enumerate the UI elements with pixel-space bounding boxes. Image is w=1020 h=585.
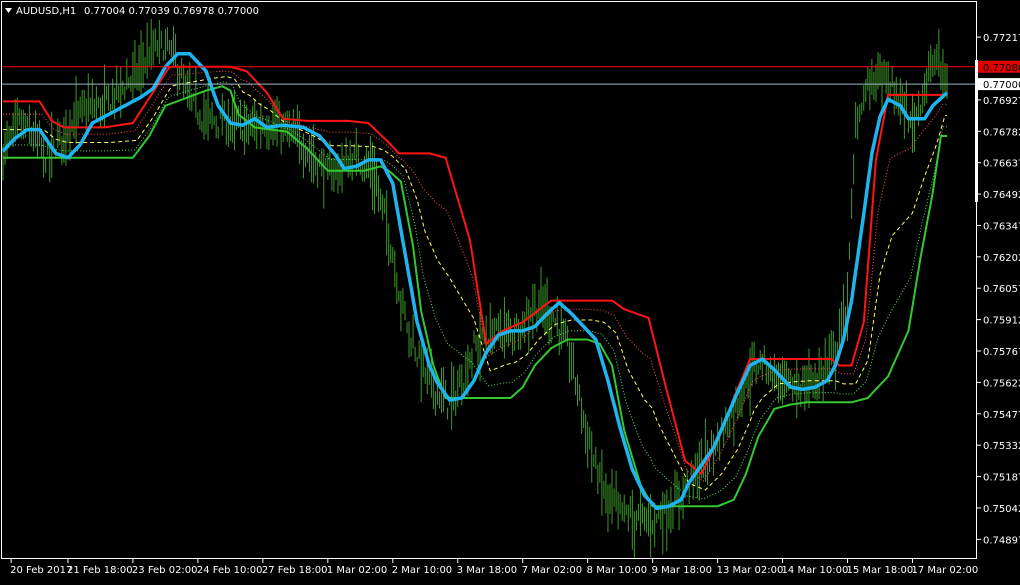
y-tick-label: 0.75187	[983, 473, 1020, 484]
x-tick-label: 15 Mar 18:00	[847, 565, 914, 576]
x-tick-label: 2 Mar 10:00	[392, 565, 452, 576]
hline-label: 0.77000	[983, 80, 1020, 91]
chart-svg: 0.77080 0.77000 0.77217 0.76927 0.76782 0.76…	[0, 0, 1020, 581]
y-tick-label: 0.74897	[983, 535, 1020, 546]
y-tick-label: 0.76202	[983, 253, 1020, 264]
x-tick-label: 1 Mar 02:00	[327, 565, 387, 576]
x-tick-label: 9 Mar 18:00	[652, 565, 712, 576]
y-tick-label: 0.75332	[983, 441, 1020, 452]
x-tick-label: 13 Mar 02:00	[717, 565, 784, 576]
ohlc-label: 0.77004 0.77039 0.76978 0.77000	[84, 6, 259, 17]
y-tick-label: 0.75042	[983, 504, 1020, 515]
y-tick-label: 0.75622	[983, 378, 1020, 389]
x-tick-label: 21 Feb 18:00	[67, 565, 133, 576]
y-tick-label: 0.76347	[983, 221, 1020, 232]
x-tick-label: 24 Feb 10:00	[197, 565, 263, 576]
chart-header: AUDUSD,H1 0.77004 0.77039 0.76978 0.7700…	[5, 6, 259, 17]
hline-label: 0.77080	[983, 63, 1020, 74]
y-tick-label: 0.75477	[983, 410, 1020, 421]
y-tick-label: 0.76057	[983, 284, 1020, 295]
y-tick-label: 0.75912	[983, 316, 1020, 327]
symbol-label: AUDUSD,H1	[16, 6, 76, 17]
y-tick-label: 0.76782	[983, 127, 1020, 138]
x-tick-label: 7 Mar 02:00	[522, 565, 582, 576]
y-tick-label: 0.75767	[983, 347, 1020, 358]
x-tick-label: 8 Mar 10:00	[587, 565, 647, 576]
x-tick-label: 3 Mar 18:00	[457, 565, 517, 576]
x-tick-label: 17 Mar 02:00	[911, 565, 978, 576]
y-tick-label: 0.77217	[983, 33, 1020, 44]
scroll-indicator[interactable]	[975, 60, 978, 202]
x-tick-label: 14 Mar 10:00	[782, 565, 849, 576]
x-tick-label: 23 Feb 02:00	[132, 565, 198, 576]
chart[interactable]: 0.77080 0.77000 0.77217 0.76927 0.76782 0.76…	[0, 0, 1020, 581]
x-tick-label: 27 Feb 18:00	[262, 565, 328, 576]
y-tick-label: 0.76637	[983, 159, 1020, 170]
y-tick-label: 0.76492	[983, 190, 1020, 201]
y-tick-label: 0.76927	[983, 96, 1020, 107]
x-tick-label: 20 Feb 2017	[10, 565, 72, 576]
